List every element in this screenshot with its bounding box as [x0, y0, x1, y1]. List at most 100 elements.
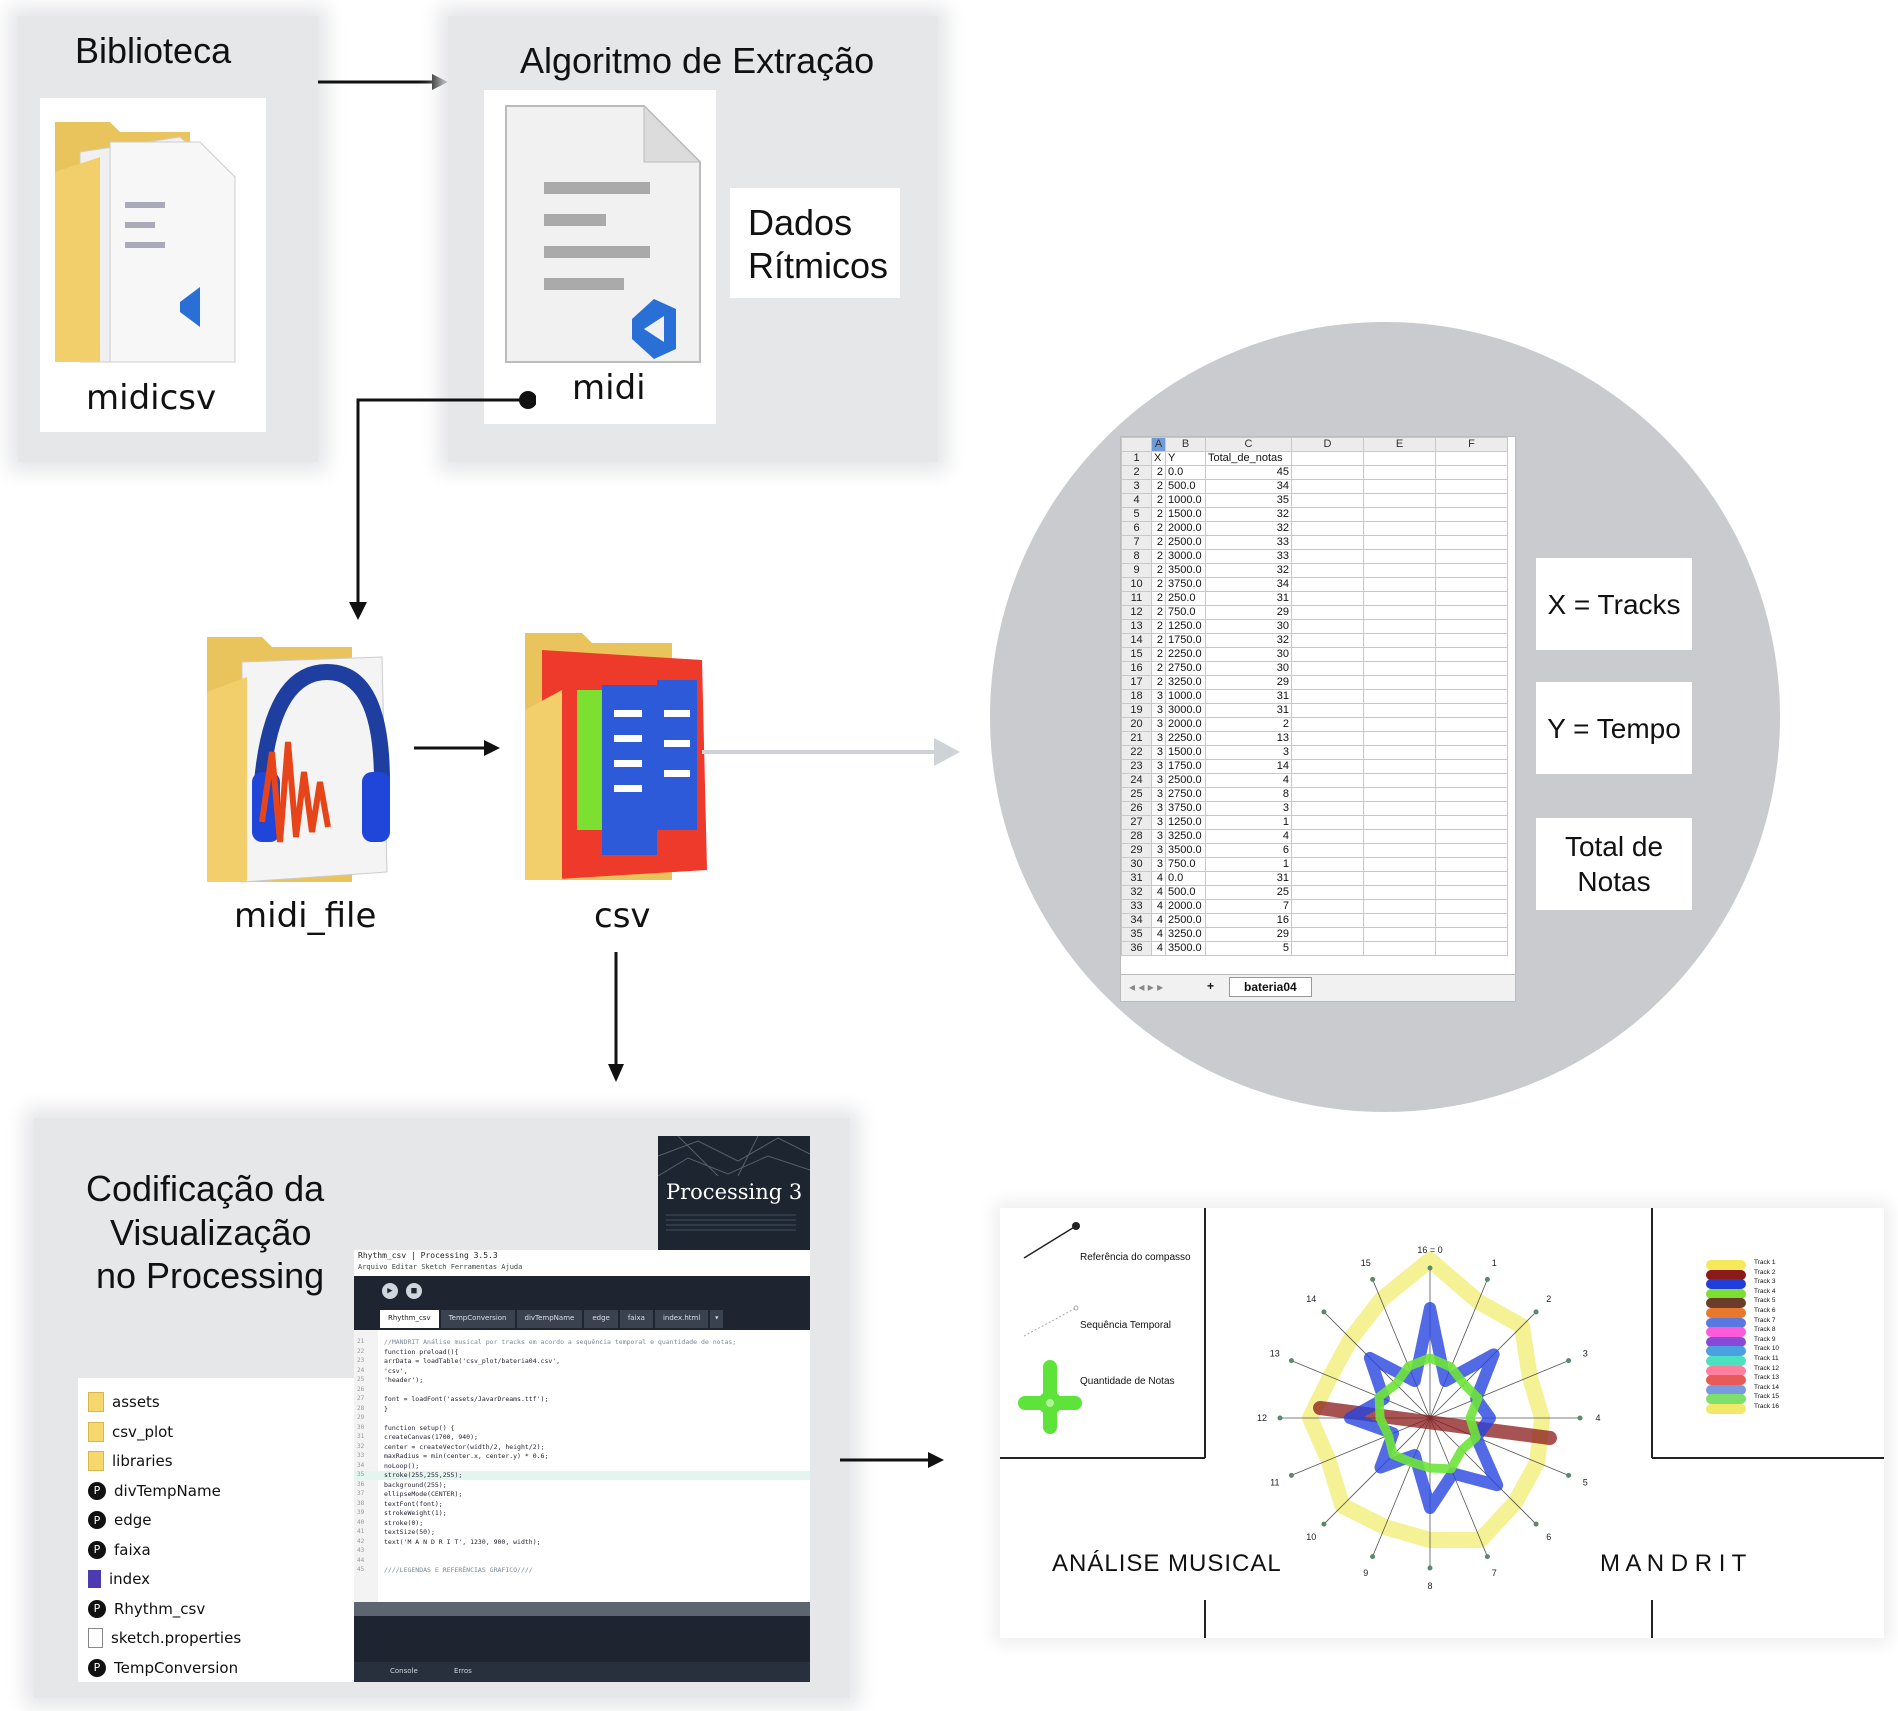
cell-total[interactable]: 3	[1205, 801, 1292, 816]
empty-cell[interactable]	[1291, 465, 1364, 480]
header-cell[interactable]: Y	[1165, 451, 1206, 466]
row-number[interactable]: 14	[1121, 633, 1152, 648]
empty-cell[interactable]	[1435, 605, 1508, 620]
cell-x[interactable]: 3	[1151, 843, 1166, 858]
cell-x[interactable]: 3	[1151, 801, 1166, 816]
row-number[interactable]: 18	[1121, 689, 1152, 704]
cell-total[interactable]: 3	[1205, 745, 1292, 760]
empty-cell[interactable]	[1291, 703, 1364, 718]
empty-cell[interactable]	[1435, 773, 1508, 788]
row-number[interactable]: 12	[1121, 605, 1152, 620]
cell-y[interactable]: 2500.0	[1165, 535, 1206, 550]
row-number[interactable]: 13	[1121, 619, 1152, 634]
empty-cell[interactable]	[1363, 759, 1436, 774]
cell-total[interactable]: 5	[1205, 941, 1292, 956]
row-number[interactable]: 30	[1121, 857, 1152, 872]
empty-cell[interactable]	[1291, 633, 1364, 648]
cell-total[interactable]: 45	[1205, 465, 1292, 480]
cell-x[interactable]: 2	[1151, 521, 1166, 536]
cell-total[interactable]: 30	[1205, 647, 1292, 662]
column-header-d[interactable]: D	[1291, 437, 1364, 452]
row-number[interactable]: 15	[1121, 647, 1152, 662]
empty-cell[interactable]	[1435, 731, 1508, 746]
empty-cell[interactable]	[1363, 773, 1436, 788]
cell-y[interactable]: 500.0	[1165, 885, 1206, 900]
cell-y[interactable]: 1250.0	[1165, 619, 1206, 634]
file-item[interactable]: PdivTempName	[88, 1477, 221, 1505]
empty-cell[interactable]	[1435, 661, 1508, 676]
empty-cell[interactable]	[1363, 787, 1436, 802]
empty-cell[interactable]	[1435, 871, 1508, 886]
empty-cell[interactable]	[1435, 535, 1508, 550]
cell-x[interactable]: 3	[1151, 829, 1166, 844]
empty-cell[interactable]	[1291, 759, 1364, 774]
empty-cell[interactable]	[1291, 563, 1364, 578]
empty-cell[interactable]	[1363, 843, 1436, 858]
cell-y[interactable]: 3500.0	[1165, 563, 1206, 578]
sheet-nav-icons[interactable]: ◂ ◂ ▸ ▸	[1129, 980, 1163, 994]
cell-total[interactable]: 34	[1205, 479, 1292, 494]
empty-cell[interactable]	[1291, 661, 1364, 676]
empty-cell[interactable]	[1435, 759, 1508, 774]
empty-cell[interactable]	[1435, 941, 1508, 956]
cell-total[interactable]: 31	[1205, 689, 1292, 704]
empty-cell[interactable]	[1435, 493, 1508, 508]
row-number[interactable]: 28	[1121, 829, 1152, 844]
empty-cell[interactable]	[1363, 661, 1436, 676]
cell-y[interactable]: 2250.0	[1165, 647, 1206, 662]
cell-y[interactable]: 2000.0	[1165, 899, 1206, 914]
row-number[interactable]: 9	[1121, 563, 1152, 578]
cell-total[interactable]: 32	[1205, 563, 1292, 578]
cell-y[interactable]: 2750.0	[1165, 787, 1206, 802]
cell-y[interactable]: 500.0	[1165, 479, 1206, 494]
row-number[interactable]: 17	[1121, 675, 1152, 690]
empty-cell[interactable]	[1363, 675, 1436, 690]
row-number[interactable]: 6	[1121, 521, 1152, 536]
row-number[interactable]: 4	[1121, 493, 1152, 508]
empty-cell[interactable]	[1435, 521, 1508, 536]
cell-x[interactable]: 4	[1151, 941, 1166, 956]
empty-cell[interactable]	[1291, 731, 1364, 746]
cell-total[interactable]: 6	[1205, 843, 1292, 858]
empty-cell[interactable]	[1363, 619, 1436, 634]
cell-y[interactable]: 1500.0	[1165, 507, 1206, 522]
empty-cell[interactable]	[1291, 479, 1364, 494]
cell-x[interactable]: 2	[1151, 535, 1166, 550]
row-number[interactable]: 32	[1121, 885, 1152, 900]
empty-cell[interactable]	[1291, 829, 1364, 844]
cell-y[interactable]: 1000.0	[1165, 689, 1206, 704]
cell-x[interactable]: 3	[1151, 703, 1166, 718]
cell-y[interactable]: 1750.0	[1165, 633, 1206, 648]
empty-cell[interactable]	[1435, 507, 1508, 522]
cell-total[interactable]: 16	[1205, 913, 1292, 928]
cell-y[interactable]: 3000.0	[1165, 549, 1206, 564]
file-item[interactable]: Pedge	[88, 1506, 152, 1534]
sheet-tab-bateria04[interactable]: bateria04	[1229, 977, 1312, 997]
empty-cell[interactable]	[1291, 493, 1364, 508]
empty-cell[interactable]	[1291, 591, 1364, 606]
cell-y[interactable]: 2000.0	[1165, 521, 1206, 536]
empty-cell[interactable]	[1291, 927, 1364, 942]
cell-y[interactable]: 3500.0	[1165, 843, 1206, 858]
cell-y[interactable]: 2500.0	[1165, 913, 1206, 928]
row-number[interactable]: 34	[1121, 913, 1152, 928]
empty-cell[interactable]	[1363, 577, 1436, 592]
empty-cell[interactable]	[1363, 507, 1436, 522]
file-item[interactable]: P TempConversion	[88, 1654, 238, 1682]
empty-cell[interactable]	[1291, 647, 1364, 662]
cell-total[interactable]: 25	[1205, 885, 1292, 900]
cell-total[interactable]: 33	[1205, 549, 1292, 564]
cell-x[interactable]: 4	[1151, 927, 1166, 942]
row-number[interactable]: 3	[1121, 479, 1152, 494]
empty-cell[interactable]	[1291, 535, 1364, 550]
empty-cell[interactable]	[1435, 619, 1508, 634]
empty-cell[interactable]	[1435, 549, 1508, 564]
cell-x[interactable]: 3	[1151, 787, 1166, 802]
cell-total[interactable]: 32	[1205, 633, 1292, 648]
empty-cell[interactable]	[1291, 689, 1364, 704]
cell-y[interactable]: 1500.0	[1165, 745, 1206, 760]
empty-cell[interactable]	[1435, 885, 1508, 900]
empty-cell[interactable]	[1363, 605, 1436, 620]
corner-cell[interactable]	[1121, 437, 1152, 452]
cell-y[interactable]: 3250.0	[1165, 927, 1206, 942]
